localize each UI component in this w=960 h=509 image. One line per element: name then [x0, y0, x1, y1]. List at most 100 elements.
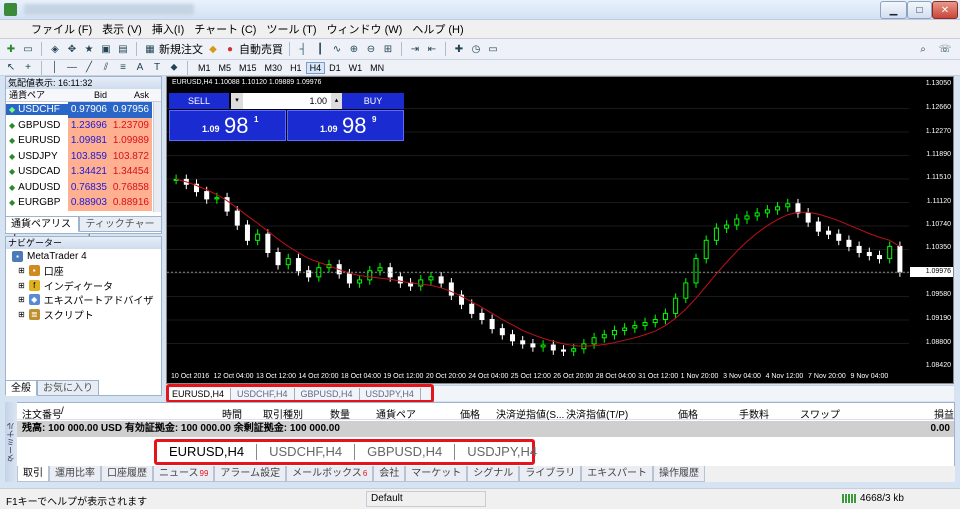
- templates-icon[interactable]: ▭: [486, 43, 500, 56]
- minimize-button[interactable]: ▁: [880, 1, 907, 19]
- bar-chart-icon[interactable]: ┤: [296, 43, 310, 56]
- shapes-icon[interactable]: ⬥: [167, 61, 181, 74]
- menu-item[interactable]: ヘルプ (H): [407, 21, 468, 37]
- timeframe-m5[interactable]: M5: [215, 62, 236, 74]
- nav-item-accounts[interactable]: ⊞ ▪ 口座: [6, 264, 161, 278]
- market-watch-scrollbar[interactable]: [153, 102, 161, 212]
- terminal-column[interactable]: 手数料: [739, 406, 769, 421]
- terminal-tab[interactable]: メールボックス6: [286, 466, 374, 482]
- tab-favorites[interactable]: お気に入り: [37, 380, 99, 396]
- market-watch-row[interactable]: ◆ EURUSD 1.09981 1.09989: [6, 133, 161, 149]
- crosshair-icon[interactable]: +: [21, 61, 35, 74]
- terminal-tab[interactable]: マーケット: [405, 466, 468, 482]
- tab-common[interactable]: 全般: [5, 380, 37, 396]
- terminal-column[interactable]: 価格: [678, 406, 698, 421]
- profiles-icon[interactable]: ▭: [21, 43, 35, 56]
- price-axis[interactable]: 1.13050 1.12660 1.12270 1.11890 1.11510 1.111…: [909, 77, 953, 370]
- terminal-tab[interactable]: 運用比率: [49, 466, 101, 482]
- connection-status[interactable]: 4668/3 kb: [842, 493, 904, 504]
- zoom-out-icon[interactable]: ⊖: [364, 43, 378, 56]
- timeframe-h4[interactable]: H4: [305, 61, 326, 74]
- terminal-tab[interactable]: 口座履歴: [101, 466, 153, 482]
- terminal-tab[interactable]: ニュース99: [153, 466, 215, 482]
- terminal-side-label[interactable]: ターミナル: [5, 402, 17, 482]
- buy-button[interactable]: BUY: [342, 93, 404, 109]
- terminal-column[interactable]: 通貨ペア: [376, 406, 416, 421]
- market-watch-row[interactable]: ◆ USDJPY 103.859 103.872: [6, 148, 161, 164]
- timeframe-m1[interactable]: M1: [194, 62, 215, 74]
- indicators-icon[interactable]: ✚: [452, 43, 466, 56]
- auto-scroll-icon[interactable]: ⇥: [408, 43, 422, 56]
- cursor-icon[interactable]: ↖: [4, 61, 18, 74]
- menu-item[interactable]: ファイル (F): [26, 21, 97, 37]
- auto-trading-button[interactable]: ● 自動売買: [223, 41, 283, 57]
- menu-item[interactable]: 表示 (V): [97, 21, 147, 37]
- maximize-button[interactable]: □: [907, 1, 932, 19]
- timeframe-d1[interactable]: D1: [325, 62, 345, 74]
- timeframe-h1[interactable]: H1: [286, 62, 306, 74]
- terminal-column[interactable]: 取引種別: [263, 406, 303, 421]
- terminal-column[interactable]: /: [61, 406, 64, 417]
- col-symbol[interactable]: 通貨ペア: [6, 89, 68, 101]
- label-icon[interactable]: T: [150, 61, 164, 74]
- terminal-column[interactable]: スワップ: [800, 406, 840, 421]
- terminal-column[interactable]: 時間: [222, 406, 242, 421]
- data-window-icon[interactable]: ✥: [65, 43, 79, 56]
- lot-size-input[interactable]: 1.00: [243, 93, 331, 109]
- sell-button[interactable]: SELL: [169, 93, 229, 109]
- search-icon[interactable]: ⌕: [916, 43, 930, 56]
- terminal-tab[interactable]: シグナル: [467, 466, 520, 482]
- market-watch-icon[interactable]: ◈: [48, 43, 62, 56]
- terminal-tab[interactable]: ライブラリ: [519, 466, 582, 482]
- terminal-column[interactable]: 損益: [934, 406, 954, 421]
- terminal-icon[interactable]: ▣: [99, 43, 113, 56]
- balance-row[interactable]: 残高: 100 000.00 USD 有効証拠金: 100 000.00 余剰証…: [6, 421, 954, 437]
- market-watch-row[interactable]: ◆ AUDUSD 0.76835 0.76858: [6, 179, 161, 195]
- terminal-tab[interactable]: 会社: [373, 466, 406, 482]
- vertical-line-icon[interactable]: │: [48, 61, 62, 74]
- tester-icon[interactable]: ▤: [116, 43, 130, 56]
- lot-decrease-button[interactable]: ▾: [231, 93, 243, 109]
- horizontal-line-icon[interactable]: —: [65, 61, 79, 74]
- terminal-tab[interactable]: 取引: [17, 466, 49, 482]
- menu-item[interactable]: チャート (C): [189, 21, 261, 37]
- trendline-icon[interactable]: ╱: [82, 61, 96, 74]
- periods-icon[interactable]: ◷: [469, 43, 483, 56]
- candlestick-icon[interactable]: ┃: [313, 43, 327, 56]
- menu-item[interactable]: ツール (T): [261, 21, 321, 37]
- chart-window[interactable]: EURUSD,H4 1.10088 1.10120 1.09889 1.0997…: [166, 76, 954, 384]
- terminal-column[interactable]: 価格: [460, 406, 480, 421]
- tile-windows-icon[interactable]: ⊞: [381, 43, 395, 56]
- col-ask[interactable]: Ask: [110, 89, 152, 101]
- tab-symbols[interactable]: 通貨ペアリスト: [5, 216, 80, 245]
- chat-icon[interactable]: ☏: [938, 43, 952, 56]
- status-profile[interactable]: Default: [366, 491, 486, 507]
- nav-item-indicators[interactable]: ⊞ f インディケータ: [6, 278, 161, 293]
- chart-tab-usdchf[interactable]: USDCHF,H4: [231, 387, 295, 400]
- close-button[interactable]: ✕: [932, 1, 958, 19]
- timeframe-mn[interactable]: MN: [366, 62, 388, 74]
- menu-item[interactable]: ウィンドウ (W): [322, 21, 408, 37]
- text-icon[interactable]: A: [133, 61, 147, 74]
- nav-item-experts[interactable]: ⊞ ◆ エキスパートアドバイザ: [6, 293, 161, 307]
- market-watch-row[interactable]: ◆ USDCAD 1.34421 1.34454: [6, 164, 161, 180]
- lot-increase-button[interactable]: ▴: [331, 93, 342, 109]
- buy-price-box[interactable]: 1.09 98 9: [287, 110, 404, 141]
- terminal-tab[interactable]: 操作履歴: [652, 466, 705, 482]
- chart-tab-usdjpy[interactable]: USDJPY,H4: [360, 387, 421, 400]
- col-bid[interactable]: Bid: [68, 89, 110, 101]
- navigator-icon[interactable]: ★: [82, 43, 96, 56]
- zoom-in-icon[interactable]: ⊕: [347, 43, 361, 56]
- new-chart-icon[interactable]: ✚: [4, 43, 18, 56]
- terminal-column[interactable]: 数量: [330, 406, 350, 421]
- channel-icon[interactable]: ⫽: [99, 61, 113, 74]
- tab-tick-chart[interactable]: ティックチャート: [79, 216, 162, 245]
- metaeditor-icon[interactable]: ◆: [206, 43, 220, 56]
- chart-shift-icon[interactable]: ⇤: [425, 43, 439, 56]
- fibo-icon[interactable]: ≡: [116, 61, 130, 74]
- chart-tab-gbpusd[interactable]: GBPUSD,H4: [295, 387, 360, 400]
- terminal-column[interactable]: 決済指値(T/P): [566, 406, 628, 421]
- market-watch-row[interactable]: ◆ GBPUSD 1.23696 1.23709: [6, 117, 161, 133]
- menu-item[interactable]: 挿入(I): [147, 21, 189, 37]
- chart-tab-eurusd[interactable]: EURUSD,H4: [166, 387, 232, 400]
